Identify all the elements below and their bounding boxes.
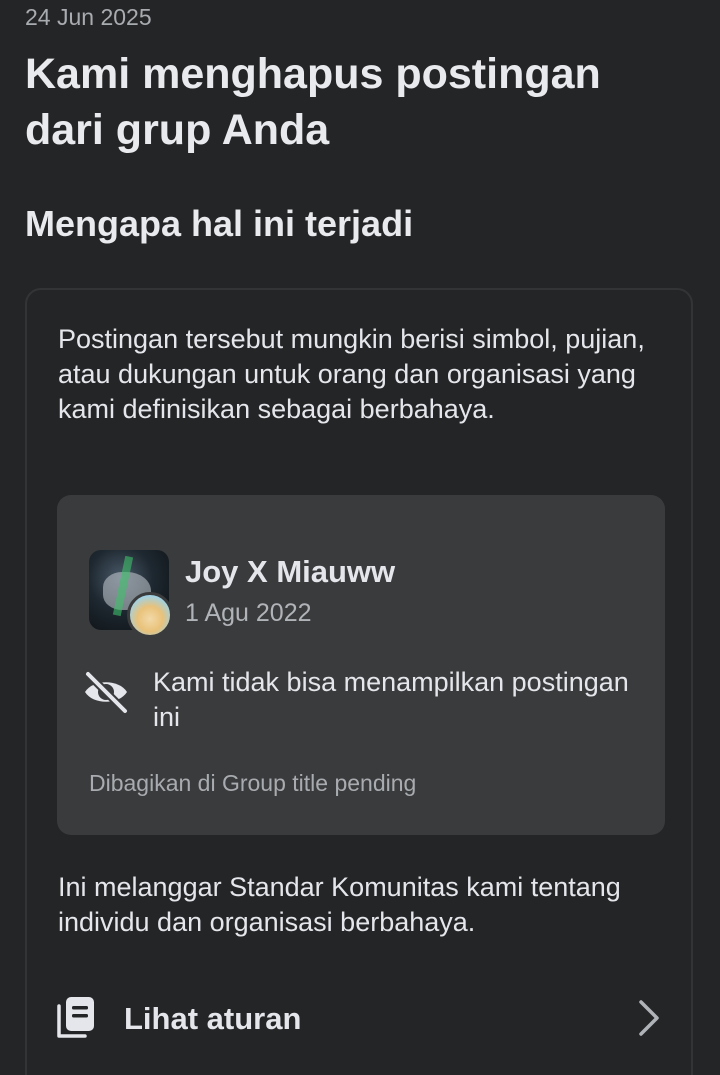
user-avatar: [127, 592, 173, 638]
notice-date: 24 Jun 2025: [25, 4, 152, 30]
shared-in-group-text: Dibagikan di Group title pending: [89, 770, 417, 796]
violation-text: Ini melanggar Standar Komunitas kami ten…: [58, 872, 621, 937]
removal-reason-text: Postingan tersebut mungkin berisi simbol…: [58, 324, 645, 424]
section-title: Mengapa hal ini terjadi: [25, 203, 414, 244]
document-stack-icon: [57, 997, 94, 1038]
post-hidden-message: Kami tidak bisa menampilkan postingan in…: [153, 667, 629, 732]
view-rules-button[interactable]: Lihat aturan: [27, 980, 691, 1056]
post-avatar: [89, 550, 175, 640]
post-author-name: Joy X Miauww: [185, 554, 396, 589]
view-rules-label: Lihat aturan: [124, 1001, 302, 1036]
removed-post-preview[interactable]: Joy X Miauww 1 Agu 2022 Kami tidak bisa …: [57, 495, 665, 835]
eye-off-icon: [84, 670, 129, 715]
post-date: 1 Agu 2022: [185, 599, 312, 627]
explanation-card: Postingan tersebut mungkin berisi simbol…: [25, 288, 693, 1075]
page-title: Kami menghapus postingan dari grup Anda: [25, 50, 601, 154]
removal-notice-page: 24 Jun 2025 Kami menghapus postingan dar…: [0, 0, 720, 1075]
chevron-right-icon: [639, 1000, 659, 1036]
